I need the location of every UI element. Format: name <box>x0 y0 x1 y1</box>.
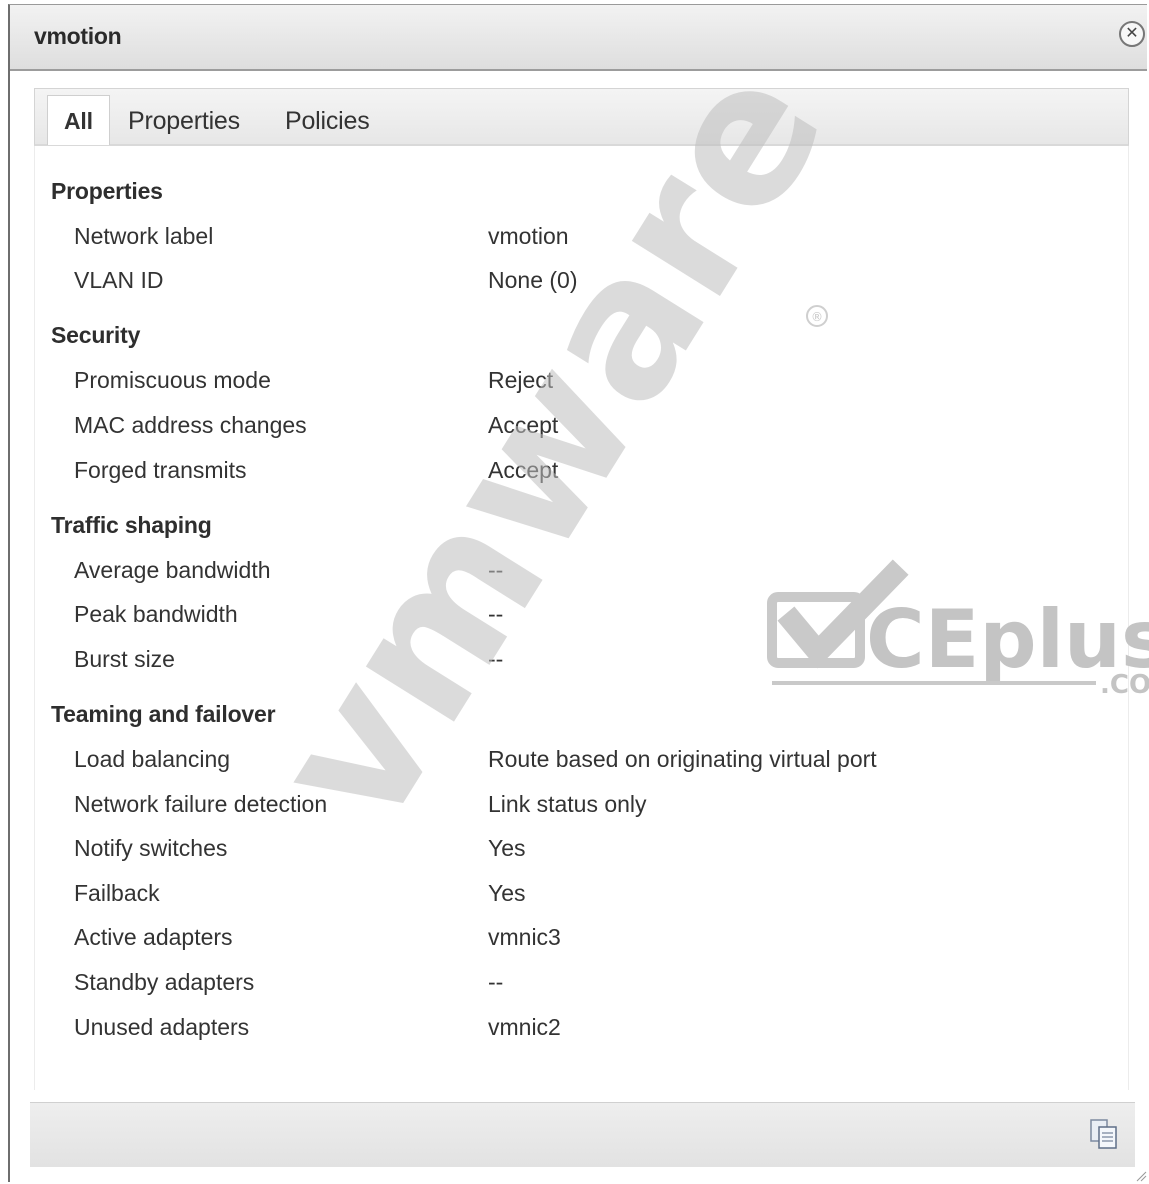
row-value-peak-bandwidth: -- <box>488 601 504 627</box>
row-label-failback: Failback <box>74 880 160 906</box>
row-label-unused-adapters: Unused adapters <box>74 1014 250 1040</box>
tab-policies[interactable]: Policies <box>285 107 370 136</box>
row-value-active-adapters: vmnic3 <box>488 924 561 950</box>
copy-icon[interactable] <box>1087 1117 1121 1151</box>
row-value-load-balancing: Route based on originating virtual port <box>488 746 877 772</box>
row-label-burst-size: Burst size <box>74 646 175 672</box>
row-label-network-failure-detection: Network failure detection <box>74 791 328 817</box>
row-label-mac-address-changes: MAC address changes <box>74 412 307 438</box>
row-label-vlan-id: VLAN ID <box>74 267 164 293</box>
tab-properties[interactable]: Properties <box>128 107 240 136</box>
row-value-forged-transmits: Accept <box>488 457 559 483</box>
row-label-notify-switches: Notify switches <box>74 835 228 861</box>
row-value-network-label: vmotion <box>488 223 569 249</box>
resize-grip-icon[interactable] <box>1135 1170 1147 1182</box>
dialog-title: vmotion <box>34 23 122 49</box>
section-title-teaming-and-failover: Teaming and failover <box>51 701 276 727</box>
section-title-traffic-shaping: Traffic shaping <box>51 512 212 538</box>
row-value-unused-adapters: vmnic2 <box>488 1014 561 1040</box>
dialog-footer <box>30 1102 1135 1167</box>
row-value-promiscuous-mode: Reject <box>488 367 554 393</box>
close-icon[interactable]: ✕ <box>1119 21 1145 47</box>
row-label-forged-transmits: Forged transmits <box>74 457 247 483</box>
row-value-vlan-id: None (0) <box>488 267 578 293</box>
row-label-peak-bandwidth: Peak bandwidth <box>74 601 238 627</box>
row-label-standby-adapters: Standby adapters <box>74 969 255 995</box>
dialog-titlebar[interactable]: vmotion ✕ <box>10 5 1147 71</box>
section-title-security: Security <box>51 322 141 348</box>
row-value-notify-switches: Yes <box>488 835 526 861</box>
details-panel: Properties Network label vmotion VLAN ID… <box>34 146 1129 1090</box>
section-title-properties: Properties <box>51 178 163 204</box>
row-label-promiscuous-mode: Promiscuous mode <box>74 367 271 393</box>
row-value-failback: Yes <box>488 880 526 906</box>
row-label-average-bandwidth: Average bandwidth <box>74 557 271 583</box>
row-value-standby-adapters: -- <box>488 969 504 995</box>
row-value-mac-address-changes: Accept <box>488 412 559 438</box>
row-label-network-label: Network label <box>74 223 214 249</box>
tab-strip: All Properties Policies <box>34 88 1129 146</box>
row-value-average-bandwidth: -- <box>488 557 504 583</box>
row-label-load-balancing: Load balancing <box>74 746 231 772</box>
row-value-network-failure-detection: Link status only <box>488 791 647 817</box>
row-label-active-adapters: Active adapters <box>74 924 233 950</box>
row-value-burst-size: -- <box>488 646 504 672</box>
tab-all[interactable]: All <box>47 95 110 145</box>
